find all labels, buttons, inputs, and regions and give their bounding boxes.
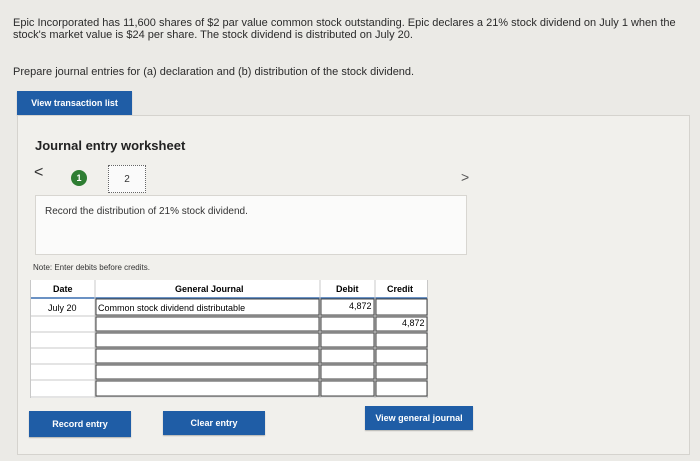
record-instruction-box [35,195,467,255]
instruction-text: Prepare journal entries for (a) declarat… [13,66,415,78]
journal-entry-table: Date General Journal Debit Credit July 2… [30,280,428,398]
chevron-left-icon[interactable]: < [34,164,43,182]
row-1-debit: 4,872 [349,301,372,311]
clear-entry-button[interactable]: Clear entry [163,411,265,435]
note-text: Note: Enter debits before credits. [33,263,150,272]
step-1-indicator[interactable]: 1 [71,170,87,186]
problem-statement: Epic Incorporated has 11,600 shares of $… [13,17,676,41]
worksheet-title: Journal entry worksheet [35,138,186,153]
view-general-journal-button[interactable]: View general journal [365,406,473,430]
general-journal-header: General Journal [175,284,244,294]
record-instruction-text: Record the distribution of 21% stock div… [45,206,248,217]
row-2-credit: 4,872 [402,318,425,328]
credit-header: Credit [387,284,413,294]
view-transaction-list-button[interactable]: View transaction list [17,91,132,115]
chevron-right-icon[interactable]: > [461,169,469,185]
date-header: Date [53,284,73,294]
step-2-indicator[interactable]: 2 [108,165,146,193]
debit-header: Debit [336,284,359,294]
record-entry-button[interactable]: Record entry [29,411,131,437]
row-1-date: July 20 [48,303,77,313]
row-1-account: Common stock dividend distributable [98,303,245,313]
